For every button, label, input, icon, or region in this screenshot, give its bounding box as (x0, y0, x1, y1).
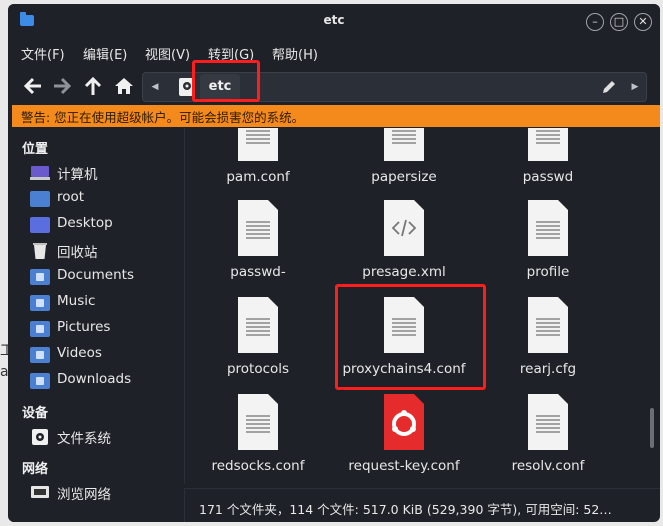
menu-file[interactable]: 文件(F) (21, 44, 65, 63)
file-name: rearj.cfg (519, 361, 577, 377)
menu-bar: 文件(F) 编辑(E) 视图(V) 转到(G) 帮助(H) (8, 41, 660, 65)
highlight-box-proxychains (335, 284, 486, 390)
sidebar-item-label: Documents (57, 267, 134, 283)
minimize-button[interactable]: – (586, 13, 604, 31)
network-header: 网络 (22, 462, 49, 477)
file-item-passwd-backup[interactable]: passwd- (193, 200, 323, 297)
home-icon[interactable] (112, 74, 136, 98)
sidebar-item-label: root (57, 189, 85, 205)
sidebar: 位置 计算机 root Desktop 回收站 Documents Music … (12, 128, 184, 522)
text-file-icon (384, 128, 424, 161)
file-item-pam-conf[interactable]: pam.conf (193, 128, 323, 202)
menu-help[interactable]: 帮助(H) (272, 44, 318, 63)
menu-view[interactable]: 视图(V) (145, 44, 190, 63)
text-file-icon (528, 200, 568, 256)
file-name: passwd (522, 169, 574, 185)
text-file-icon (528, 394, 568, 450)
file-item-presage-xml[interactable]: presage.xml (339, 200, 469, 297)
text-file-icon (238, 297, 278, 353)
file-name: papersize (371, 169, 437, 185)
network-icon (30, 485, 50, 501)
places-header: 位置 (22, 142, 49, 157)
edit-path-icon[interactable] (601, 79, 617, 95)
sidebar-item-filesystem[interactable]: 文件系统 (30, 426, 180, 448)
sidebar-item-label: 回收站 (57, 245, 98, 261)
file-name: pam.conf (226, 169, 290, 185)
sidebar-item-label: Pictures (57, 319, 111, 335)
highlight-box-path (192, 60, 260, 102)
title-bar[interactable]: etc – □ ✕ (8, 4, 660, 38)
computer-icon (30, 165, 50, 181)
text-file-icon (238, 128, 278, 161)
text-file-icon (238, 200, 278, 256)
background-fragment: 工 (0, 343, 14, 359)
file-item-rearj-cfg[interactable]: rearj.cfg (483, 297, 613, 394)
sidebar-item-trash[interactable]: 回收站 (30, 240, 180, 262)
sidebar-item-computer[interactable]: 计算机 (30, 162, 180, 184)
file-item-papersize[interactable]: papersize (339, 128, 469, 202)
sidebar-item-label: Desktop (57, 215, 113, 231)
sidebar-item-label: 文件系统 (57, 431, 111, 447)
up-arrow-icon[interactable] (81, 74, 105, 98)
file-name: resolv.conf (511, 458, 585, 474)
status-bar: 171 个文件夹，114 个文件: 517.0 KiB (529,390 字节)… (184, 488, 660, 522)
text-file-icon (528, 128, 568, 161)
sidebar-item-documents[interactable]: Documents (30, 266, 180, 288)
background-fragment: a (0, 364, 9, 380)
file-name: redsocks.conf (211, 458, 305, 474)
sidebar-item-music[interactable]: Music (30, 292, 180, 314)
desktop-folder-icon (30, 217, 50, 233)
sidebar-item-downloads[interactable]: Downloads (30, 370, 180, 392)
file-name: presage.xml (362, 264, 446, 280)
text-file-icon (238, 394, 278, 450)
file-item-redsocks-conf[interactable]: redsocks.conf (193, 394, 323, 484)
file-name: request-key.conf (348, 458, 460, 474)
file-name: profile (526, 264, 570, 280)
sidebar-item-root[interactable]: root (30, 188, 180, 210)
sidebar-item-label: Music (57, 293, 96, 309)
path-scroll-left-icon[interactable]: ◀ (149, 81, 161, 93)
menu-edit[interactable]: 编辑(E) (83, 44, 127, 63)
devices-header: 设备 (22, 406, 49, 421)
file-item-passwd[interactable]: passwd (483, 128, 613, 202)
path-scroll-right-icon[interactable]: ▶ (629, 81, 641, 93)
close-button[interactable]: ✕ (634, 13, 652, 31)
sidebar-item-label: Downloads (57, 371, 132, 387)
text-file-icon (528, 297, 568, 353)
maximize-button[interactable]: □ (610, 13, 628, 31)
back-arrow-icon[interactable] (21, 74, 45, 98)
root-warning-banner: 警告: 您正在使用超级帐户。可能会损害您的系统。 (12, 105, 660, 127)
xml-file-icon (384, 200, 424, 256)
file-item-protocols[interactable]: protocols (193, 297, 323, 394)
file-manager-window: etc – □ ✕ 文件(F) 编辑(E) 视图(V) 转到(G) 帮助(H) … (8, 4, 660, 522)
window-title: etc (323, 13, 345, 27)
scrollbar-thumb[interactable] (650, 408, 654, 448)
forward-arrow-icon[interactable] (50, 74, 74, 98)
pictures-folder-icon (30, 321, 50, 337)
file-name: passwd- (230, 264, 286, 280)
home-folder-icon (30, 191, 50, 207)
sidebar-item-label: Videos (57, 345, 102, 361)
sidebar-item-browse-network[interactable]: 浏览网络 (30, 482, 180, 504)
documents-folder-icon (30, 269, 50, 285)
toolbar: ◀ etc ▶ (8, 68, 660, 106)
sidebar-item-desktop[interactable]: Desktop (30, 214, 180, 236)
status-text: 171 个文件夹，114 个文件: 517.0 KiB (529,390 字节)… (199, 502, 612, 517)
sidebar-item-videos[interactable]: Videos (30, 344, 180, 366)
filesystem-icon (30, 429, 50, 445)
downloads-folder-icon (30, 373, 50, 389)
sidebar-item-label: 浏览网络 (57, 487, 111, 503)
videos-folder-icon (30, 347, 50, 363)
file-item-request-key-conf[interactable]: request-key.conf (339, 394, 469, 484)
sidebar-item-label: 计算机 (57, 167, 98, 183)
red-app-file-icon (384, 394, 424, 450)
music-folder-icon (30, 295, 50, 311)
file-name: protocols (226, 361, 290, 377)
sidebar-item-pictures[interactable]: Pictures (30, 318, 180, 340)
trash-icon (30, 243, 50, 259)
file-item-profile[interactable]: profile (483, 200, 613, 297)
file-item-resolv-conf[interactable]: resolv.conf (483, 394, 613, 484)
